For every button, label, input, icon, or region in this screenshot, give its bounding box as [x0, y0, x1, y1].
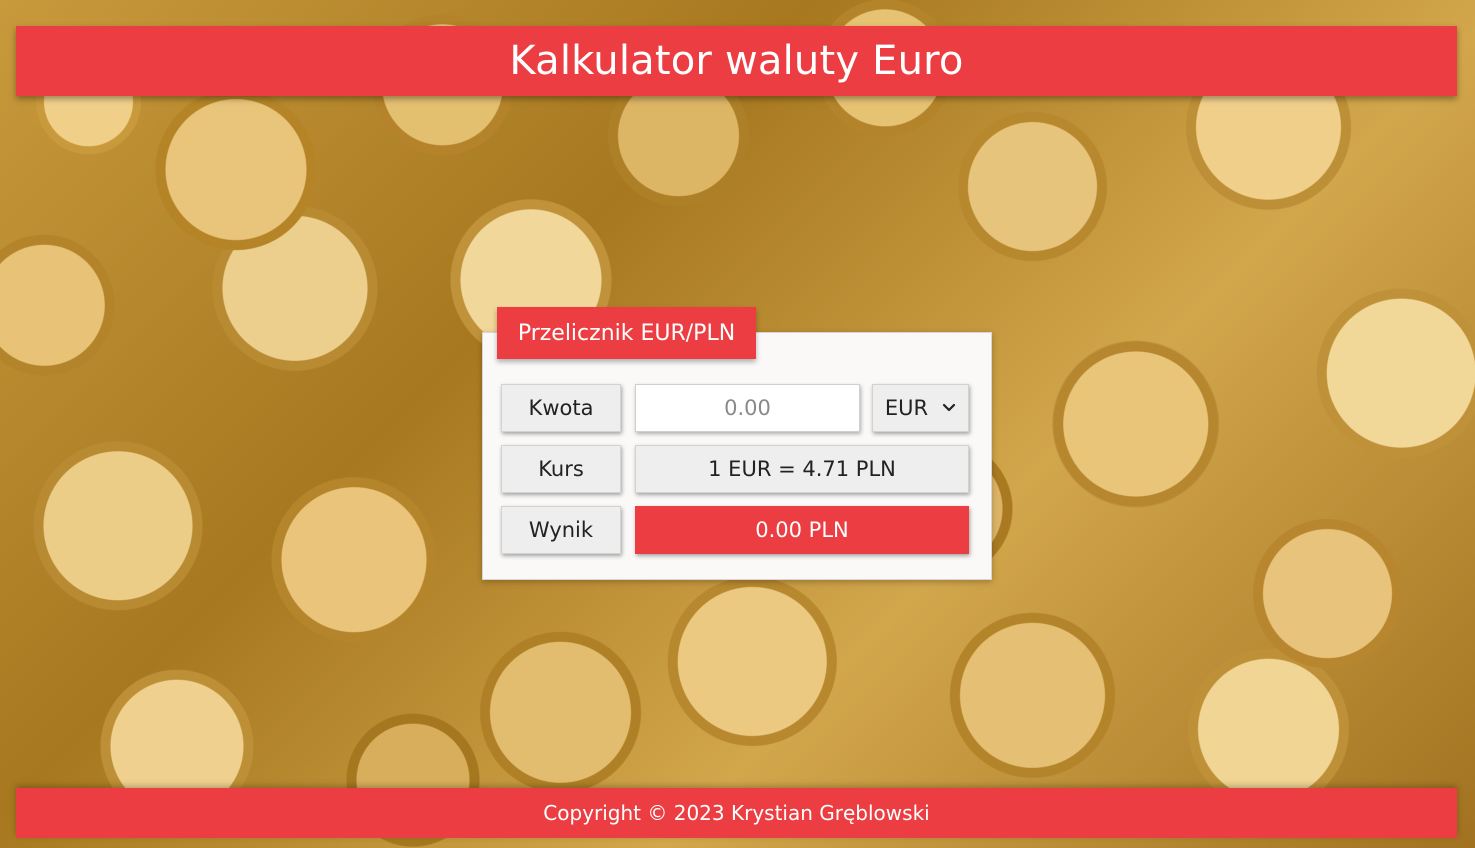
converter-tab-title: Przelicznik EUR/PLN: [497, 307, 756, 359]
rate-label: Kurs: [501, 445, 621, 493]
amount-input[interactable]: [635, 384, 860, 432]
result-display: 0.00 PLN: [635, 506, 969, 554]
copyright-text: Copyright © 2023 Krystian Gręblowski: [543, 801, 930, 825]
header-bar: Kalkulator waluty Euro: [16, 26, 1457, 96]
result-label: Wynik: [501, 506, 621, 554]
chevron-down-icon: [943, 403, 956, 412]
amount-label: Kwota: [501, 384, 621, 432]
page-title: Kalkulator waluty Euro: [509, 38, 964, 84]
currency-select[interactable]: EUR: [872, 384, 969, 432]
footer-bar: Copyright © 2023 Krystian Gręblowski: [16, 788, 1457, 838]
currency-selected-value: EUR: [884, 396, 929, 420]
exchange-rate-display: 1 EUR = 4.71 PLN: [635, 445, 969, 493]
